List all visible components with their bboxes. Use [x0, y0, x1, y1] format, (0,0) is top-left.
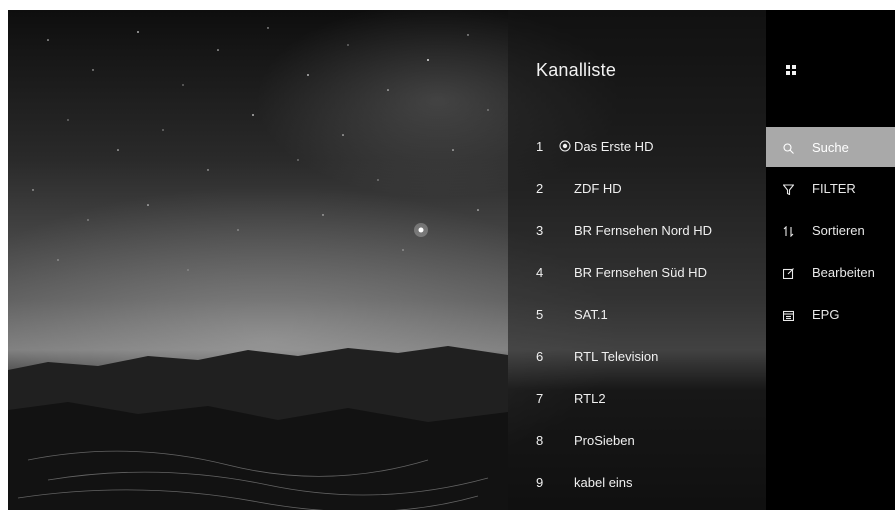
- channel-number: 7: [536, 390, 544, 406]
- channel-name: BR Fernsehen Nord HD: [574, 222, 712, 238]
- channel-row-4[interactable]: 4 BR Fernsehen Süd HD: [508, 254, 766, 290]
- channel-number: 6: [536, 348, 544, 364]
- grid-menu-icon[interactable]: [786, 62, 796, 75]
- channel-list-panel: Kanalliste 1 Das Erste HD 2 ZDF HD 3 BR …: [508, 10, 766, 510]
- epg-icon: [782, 309, 795, 321]
- side-menu: Suche FILTER Sortieren Bearbeiten EPG: [766, 10, 895, 510]
- channel-number: 1: [536, 138, 544, 154]
- channel-number: 9: [536, 474, 544, 490]
- channel-row-7[interactable]: 7 RTL2: [508, 380, 766, 416]
- menu-item-suche[interactable]: Suche: [766, 127, 895, 167]
- menu-item-bearbeiten[interactable]: Bearbeiten: [766, 252, 895, 292]
- edit-icon: [782, 267, 794, 279]
- sort-icon: [783, 225, 794, 237]
- night-sky-photo: [8, 27, 508, 510]
- filter-icon: [782, 183, 795, 195]
- channel-name: ZDF HD: [574, 180, 622, 196]
- channel-name: RTL Television: [574, 348, 659, 364]
- search-icon: [783, 142, 794, 154]
- channel-name: kabel eins: [574, 474, 633, 490]
- channel-row-2[interactable]: 2 ZDF HD: [508, 170, 766, 206]
- channel-number: 2: [536, 180, 544, 196]
- menu-item-filter[interactable]: FILTER: [766, 168, 895, 208]
- menu-label: Suche: [812, 139, 849, 155]
- channel-name: SAT.1: [574, 306, 608, 322]
- channel-name: BR Fernsehen Süd HD: [574, 264, 707, 280]
- channel-row-9[interactable]: 9 kabel eins: [508, 464, 766, 500]
- menu-label: FILTER: [812, 180, 856, 196]
- channel-row-1[interactable]: 1 Das Erste HD: [508, 128, 766, 164]
- menu-label: EPG: [812, 306, 840, 322]
- panel-title: Kanalliste: [536, 60, 617, 80]
- channel-row-3[interactable]: 3 BR Fernsehen Nord HD: [508, 212, 766, 248]
- channel-name: RTL2: [574, 390, 606, 406]
- tv-screen: Kanalliste 1 Das Erste HD 2 ZDF HD 3 BR …: [8, 10, 895, 510]
- menu-item-sortieren[interactable]: Sortieren: [766, 210, 895, 250]
- menu-label: Bearbeiten: [812, 264, 875, 280]
- channel-name: Das Erste HD: [574, 138, 654, 154]
- menu-label: Sortieren: [812, 222, 865, 238]
- channel-row-8[interactable]: 8 ProSieben: [508, 422, 766, 458]
- channel-row-6[interactable]: 6 RTL Television: [508, 338, 766, 374]
- current-channel-icon: [559, 140, 571, 152]
- channel-number: 4: [536, 264, 544, 280]
- channel-row-5[interactable]: 5 SAT.1: [508, 296, 766, 332]
- channel-number: 8: [536, 432, 544, 448]
- channel-name: ProSieben: [574, 432, 635, 448]
- menu-item-epg[interactable]: EPG: [766, 294, 895, 334]
- channel-number: 5: [536, 306, 544, 322]
- channel-number: 3: [536, 222, 544, 238]
